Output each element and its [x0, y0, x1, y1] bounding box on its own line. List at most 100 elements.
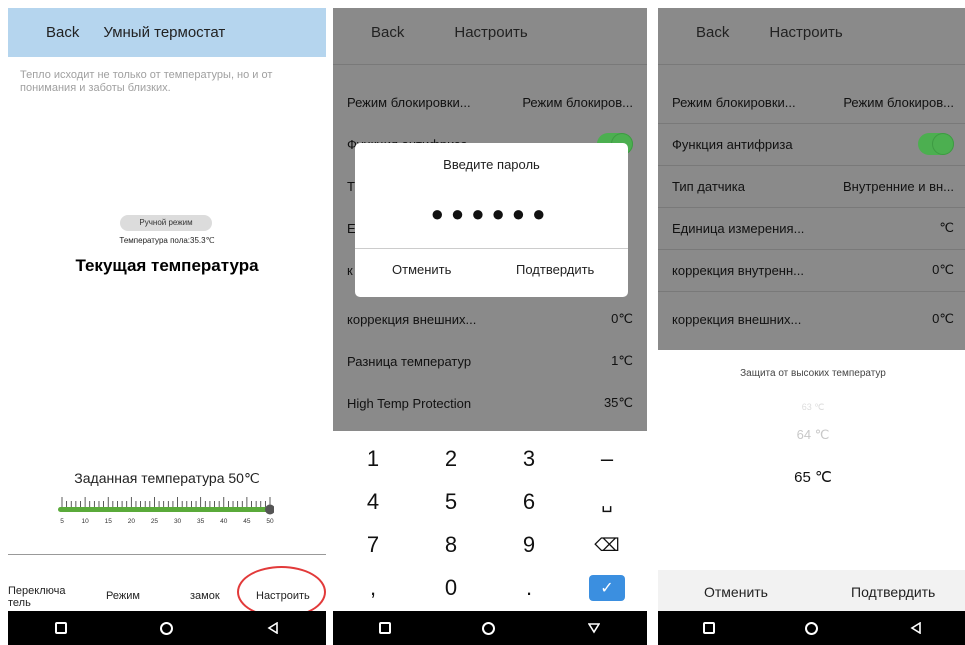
key-5[interactable]: 5: [421, 482, 481, 522]
nav-back-icon[interactable]: [266, 621, 280, 635]
slider-ticks: [61, 497, 271, 507]
nav-square-icon[interactable]: [54, 622, 67, 634]
row-label: Режим блокировки...: [347, 94, 471, 110]
row-label: Т: [347, 178, 355, 194]
row-label: High Temp Protection: [347, 395, 472, 411]
key-6[interactable]: 6: [499, 482, 559, 522]
settings-row[interactable]: Единица измерения... ℃: [658, 207, 965, 249]
set-temperature: Заданная температура 50℃: [74, 470, 260, 486]
key-2[interactable]: 2: [421, 439, 481, 479]
divider: [333, 64, 647, 65]
password-input[interactable]: ●●●●●●: [355, 201, 628, 227]
key-8[interactable]: 8: [421, 525, 481, 565]
android-nav-bar: [658, 611, 965, 645]
slider-tick-label: 15: [105, 518, 113, 525]
row-label: коррекция внутренн...: [672, 262, 804, 278]
page-title: Настроить: [454, 24, 528, 41]
divider: [658, 291, 965, 292]
floor-temperature: Температура пола:35.3℃: [119, 236, 215, 245]
nav-square-icon[interactable]: [703, 622, 716, 634]
tab-switch[interactable]: Переключатель: [8, 585, 70, 609]
settings-row[interactable]: Тип датчика Внутренние и вн...: [658, 165, 965, 207]
settings-password-screen: Back Настроить Режим блокировки... Режим…: [333, 8, 647, 645]
settings-row[interactable]: Режим блокировки... Режим блокиров...: [658, 81, 965, 123]
row-label: коррекция внешних...: [672, 311, 802, 327]
sheet-title: Защита от высоких температур: [740, 368, 886, 379]
settings-row[interactable]: High Temp Protection 35℃: [333, 382, 647, 424]
settings-row[interactable]: коррекция внешних... 0℃: [333, 298, 647, 340]
tab-lock[interactable]: замок: [190, 590, 220, 602]
key-dot[interactable]: .: [499, 568, 559, 608]
numeric-keypad: 1 2 3 – 4 5 6 ␣ 7 8 9 ⌫ , 0 . ✓: [333, 431, 647, 611]
row-value: Внутренние и вн...: [842, 178, 954, 194]
settings-row[interactable]: Функция антифриза: [658, 123, 965, 165]
row-value: 0℃: [932, 262, 954, 277]
page-title: Настроить: [769, 24, 843, 41]
wheel-option[interactable]: 64 ℃: [658, 427, 965, 443]
antifreeze-toggle[interactable]: [918, 133, 954, 155]
temperature-slider[interactable]: 5 10 15 20 25 30 35 40 45 50: [58, 490, 274, 528]
row-label: Единица измерения...: [672, 220, 805, 236]
cancel-button[interactable]: Отменить: [704, 584, 768, 600]
row-label: Разница температур: [347, 353, 472, 369]
slider-track: [58, 507, 270, 512]
slider-tick-label: 45: [243, 518, 251, 525]
row-value: 1℃: [611, 353, 633, 368]
nav-home-icon[interactable]: [482, 621, 496, 635]
nav-home-icon[interactable]: [159, 621, 173, 635]
row-value: 0℃: [611, 311, 633, 326]
settings-row[interactable]: коррекция внутренн... 0℃: [658, 249, 965, 291]
slider-tick-label: 50: [266, 518, 274, 525]
slider-tick-label: 40: [220, 518, 228, 525]
slider-tick-label: 20: [128, 518, 136, 525]
slider-tick-label: 5: [60, 518, 64, 525]
row-value: 35℃: [603, 395, 633, 410]
back-button[interactable]: Back: [46, 24, 79, 41]
nav-back-icon[interactable]: [909, 621, 923, 635]
back-button[interactable]: Back: [696, 24, 729, 41]
key-9[interactable]: 9: [499, 525, 559, 565]
confirm-button[interactable]: Подтвердить: [516, 262, 594, 277]
nav-square-icon[interactable]: [378, 622, 391, 634]
temperature-picker-sheet: Защита от высоких температур 63 ℃ 64 ℃ 6…: [658, 350, 965, 611]
header-bar: Back Настроить: [658, 8, 965, 57]
row-label: Тип датчика: [672, 178, 746, 194]
slider-thumb[interactable]: [265, 504, 274, 515]
settings-row[interactable]: Режим блокировки... Режим блокиров...: [333, 81, 647, 123]
wheel-option[interactable]: 63 ℃: [658, 402, 965, 413]
nav-back-icon[interactable]: [587, 621, 601, 635]
cancel-button[interactable]: Отменить: [392, 262, 451, 277]
key-comma[interactable]: ,: [343, 568, 403, 608]
row-value: Режим блокиров...: [522, 94, 633, 110]
settings-row[interactable]: Разница температур 1℃: [333, 340, 647, 382]
tab-mode[interactable]: Режим: [106, 590, 140, 602]
key-minus[interactable]: –: [577, 439, 637, 479]
key-1[interactable]: 1: [343, 439, 403, 479]
current-temperature-label: Текущая температура: [75, 256, 259, 275]
key-7[interactable]: 7: [343, 525, 403, 565]
key-0[interactable]: 0: [421, 568, 481, 608]
thermostat-screen: Back Умный термостат Тепло исходит не то…: [8, 8, 326, 645]
row-value: ℃: [939, 220, 954, 235]
confirm-key[interactable]: ✓: [577, 568, 637, 608]
back-button[interactable]: Back: [371, 24, 404, 41]
slider-tick-label: 10: [81, 518, 89, 525]
wheel-selected[interactable]: 65 ℃: [658, 468, 965, 486]
space-icon[interactable]: ␣: [577, 482, 637, 522]
header-bar: Back Настроить: [333, 8, 647, 57]
confirm-button[interactable]: Подтвердить: [851, 584, 935, 600]
row-label: Режим блокировки...: [672, 94, 796, 110]
mode-badge: Ручной режим: [120, 215, 212, 231]
slider-tick-label: 35: [197, 518, 205, 525]
settings-row[interactable]: коррекция внешних... 0℃: [658, 298, 965, 340]
quote-text: Тепло исходит не только от температуры, …: [20, 69, 273, 94]
key-4[interactable]: 4: [343, 482, 403, 522]
row-label: Функция антифриза: [672, 136, 793, 152]
row-value: Режим блокиров...: [843, 94, 954, 110]
header-bar: Back Умный термостат: [8, 8, 326, 57]
key-3[interactable]: 3: [499, 439, 559, 479]
page-title: Умный термостат: [103, 24, 226, 41]
nav-home-icon[interactable]: [805, 621, 819, 635]
backspace-icon[interactable]: ⌫: [577, 525, 637, 565]
divider: [355, 248, 628, 249]
